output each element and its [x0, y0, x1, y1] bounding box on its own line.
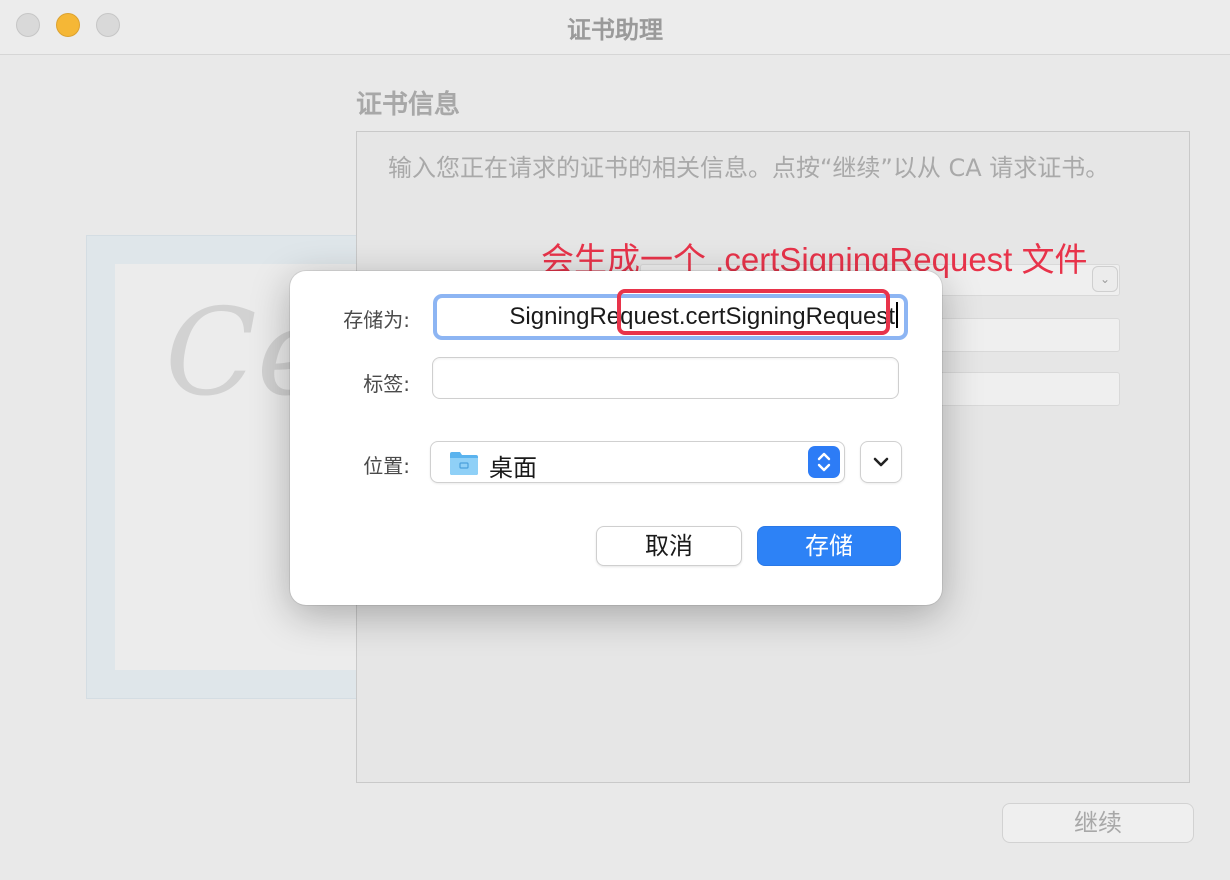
expand-dialog-button[interactable] — [860, 441, 902, 483]
section-title: 证书信息 — [356, 90, 461, 120]
save-button[interactable]: 存储 — [757, 526, 901, 566]
window-title: 证书助理 — [567, 16, 663, 44]
chevron-down-icon — [873, 457, 889, 467]
continue-button[interactable]: 继续 — [1002, 803, 1194, 843]
background-popup-arrow-icon: ⌄ — [1092, 266, 1118, 292]
info-description: 输入您正在请求的证书的相关信息。点按“继续”以从 CA 请求证书。 — [388, 154, 1110, 182]
title-bar: 证书助理 — [0, 0, 1230, 55]
location-popup-button[interactable]: 桌面 — [430, 441, 845, 483]
text-caret — [896, 302, 898, 328]
folder-icon — [450, 452, 478, 475]
popup-stepper-icon — [808, 446, 840, 478]
save-as-label: 存储为: — [343, 308, 410, 332]
tags-input[interactable] — [432, 357, 899, 399]
cancel-button[interactable]: 取消 — [596, 526, 742, 566]
tags-label: 标签: — [363, 372, 410, 396]
location-value: 桌面 — [489, 454, 537, 482]
location-label: 位置: — [363, 454, 410, 478]
certificate-assistant-window: 证书助理 Ce 证书信息 输入您正在请求的证书的相关信息。点按“继续”以从 CA… — [0, 0, 1230, 880]
save-dialog: 存储为: SigningRequest.certSigningRequest 标… — [290, 271, 942, 605]
annotation-highlight-box — [617, 289, 890, 335]
